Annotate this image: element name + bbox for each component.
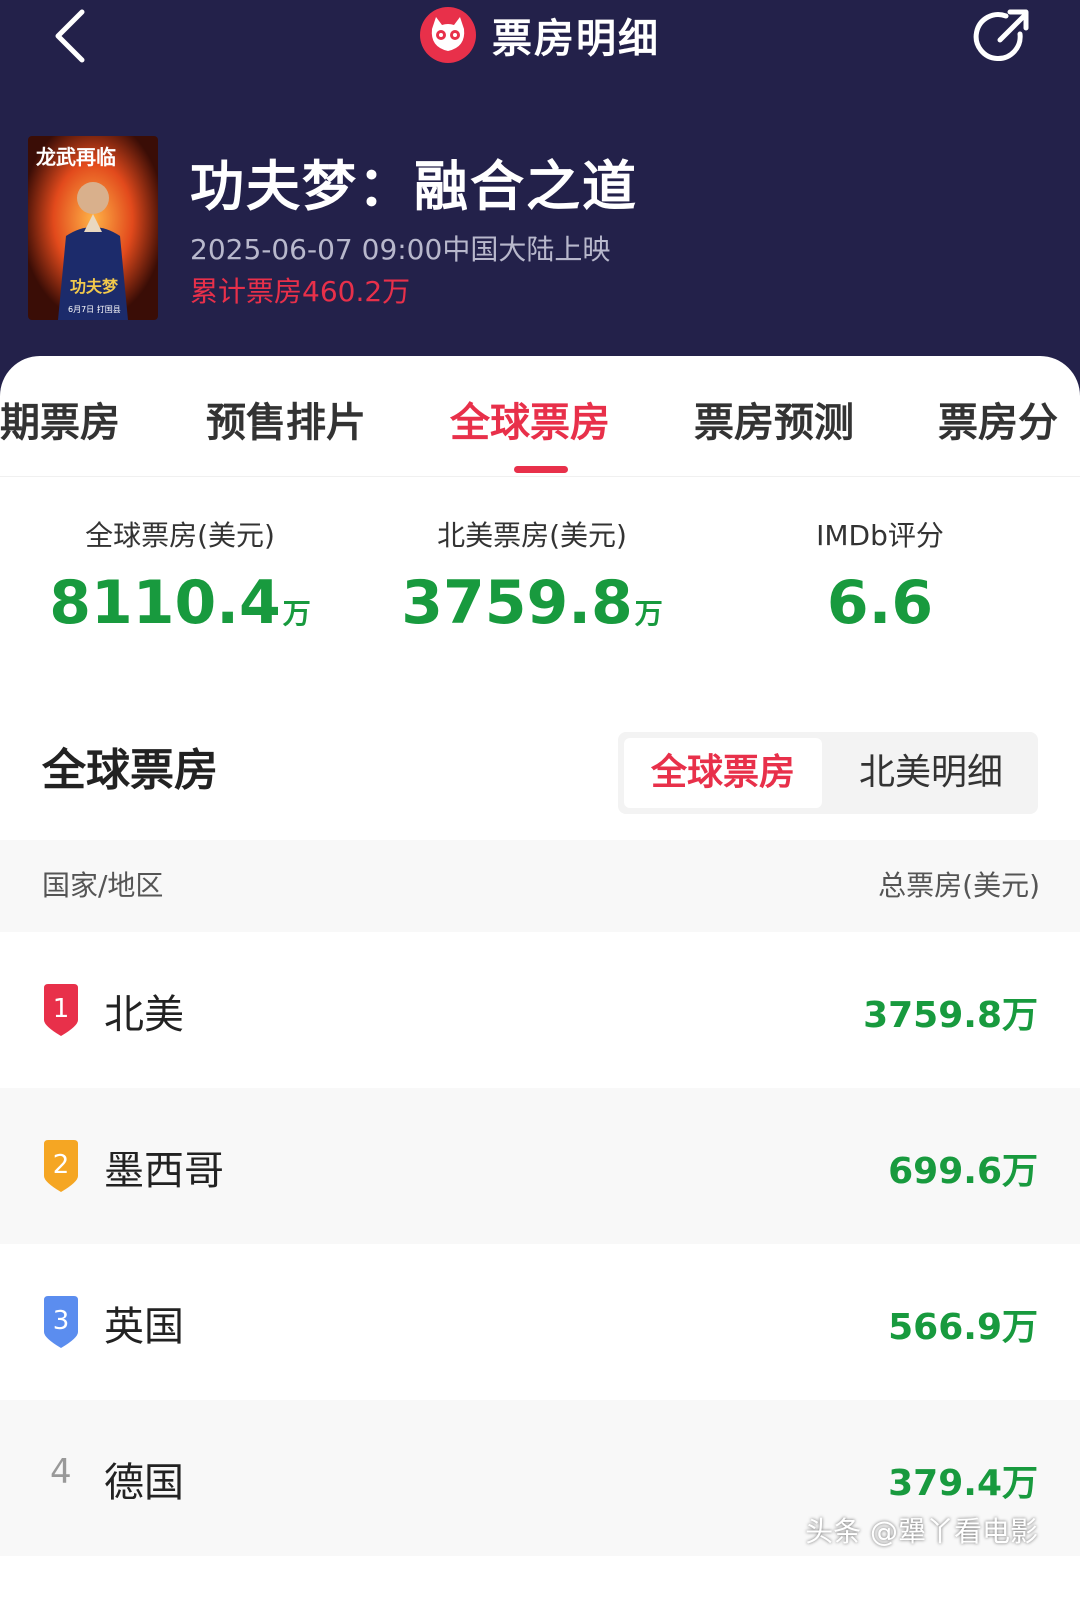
tab-bar: 期票房 预售排片 全球票房 票房预测 票房分	[0, 384, 1080, 474]
movie-poster[interactable]: 龙武再临 功夫梦 6月7日 打国县	[28, 136, 158, 320]
stat-unit: 万	[282, 597, 311, 630]
movie-title: 功夫梦：融合之道	[190, 155, 638, 218]
movie-release-date: 2025-06-07 09:00中国大陆上映	[190, 233, 611, 266]
share-icon[interactable]	[970, 4, 1036, 70]
stat-north-america-gross: 北美票房(美元) 3759.8万	[352, 514, 712, 638]
tab-presale-schedule[interactable]: 预售排片	[206, 390, 366, 448]
segment-global-button[interactable]: 全球票房	[624, 738, 822, 808]
section-title: 全球票房	[42, 745, 218, 796]
stat-value: 8110.4万	[0, 568, 360, 638]
region-gross: 699.6万	[888, 1151, 1038, 1192]
table-row[interactable]: 2 墨西哥 699.6万	[0, 1088, 1080, 1244]
active-tab-indicator	[514, 466, 568, 473]
page-title: 票房明细	[492, 16, 660, 62]
region-gross: 379.4万	[888, 1463, 1038, 1504]
region-name: 墨西哥	[104, 1148, 224, 1194]
stat-value: 3759.8万	[352, 568, 712, 638]
stat-global-gross: 全球票房(美元) 8110.4万	[0, 514, 360, 638]
table-row[interactable]: 3 英国 566.9万	[0, 1244, 1080, 1400]
rank-number: 3	[53, 1306, 70, 1336]
table-row[interactable]: 1 北美 3759.8万	[0, 932, 1080, 1088]
tab-box-office-forecast[interactable]: 票房预测	[694, 390, 854, 448]
poster-top-text: 龙武再临	[36, 145, 116, 169]
region-name: 北美	[104, 992, 184, 1038]
tab-box-office-breakdown[interactable]: 票房分	[938, 390, 1058, 448]
rank-badge-icon: 3	[44, 1296, 78, 1348]
movie-cumulative-gross: 累计票房460.2万	[190, 275, 411, 308]
stat-label: 全球票房(美元)	[85, 519, 275, 552]
stat-label: IMDb评分	[816, 519, 944, 552]
region-name: 英国	[104, 1304, 184, 1350]
stat-unit: 万	[634, 597, 663, 630]
stat-imdb-rating: IMDb评分 6.6	[700, 514, 1060, 638]
poster-title-text: 功夫梦	[70, 277, 119, 296]
rank-number: 4	[50, 1452, 72, 1492]
segment-control: 全球票房 北美明细	[618, 732, 1038, 814]
stat-number: 6.6	[826, 568, 934, 638]
segment-north-america-button[interactable]: 北美明细	[832, 738, 1030, 808]
column-header-gross: 总票房(美元)	[878, 869, 1040, 902]
rank-badge-icon: 1	[44, 984, 78, 1036]
poster-date-text: 6月7日 打国县	[68, 304, 121, 314]
region-gross: 566.9万	[888, 1307, 1038, 1348]
stat-value: 6.6	[700, 568, 1060, 638]
rank-number: 2	[53, 1150, 70, 1180]
region-gross: 3759.8万	[863, 995, 1038, 1036]
watermark: 头条 @犟丫看电影	[805, 1515, 1038, 1548]
stat-number: 3759.8	[401, 568, 633, 638]
stat-number: 8110.4	[49, 568, 281, 638]
table-header: 国家/地区 总票房(美元)	[0, 840, 1080, 932]
nav-title-group: 票房明细	[0, 6, 1080, 64]
nav-bar: 票房明细	[0, 0, 1080, 80]
tab-divider	[0, 476, 1080, 477]
poster-art: 龙武再临 功夫梦 6月7日 打国县	[28, 136, 158, 320]
region-name: 德国	[104, 1460, 184, 1506]
tab-period-box-office[interactable]: 期票房	[0, 390, 120, 448]
maoyan-cat-logo-icon	[420, 7, 476, 63]
rank-badge-icon: 2	[44, 1140, 78, 1192]
stat-label: 北美票房(美元)	[437, 519, 627, 552]
column-header-region: 国家/地区	[42, 869, 164, 902]
rank-number: 1	[53, 994, 70, 1024]
tab-global-box-office[interactable]: 全球票房	[450, 390, 610, 448]
